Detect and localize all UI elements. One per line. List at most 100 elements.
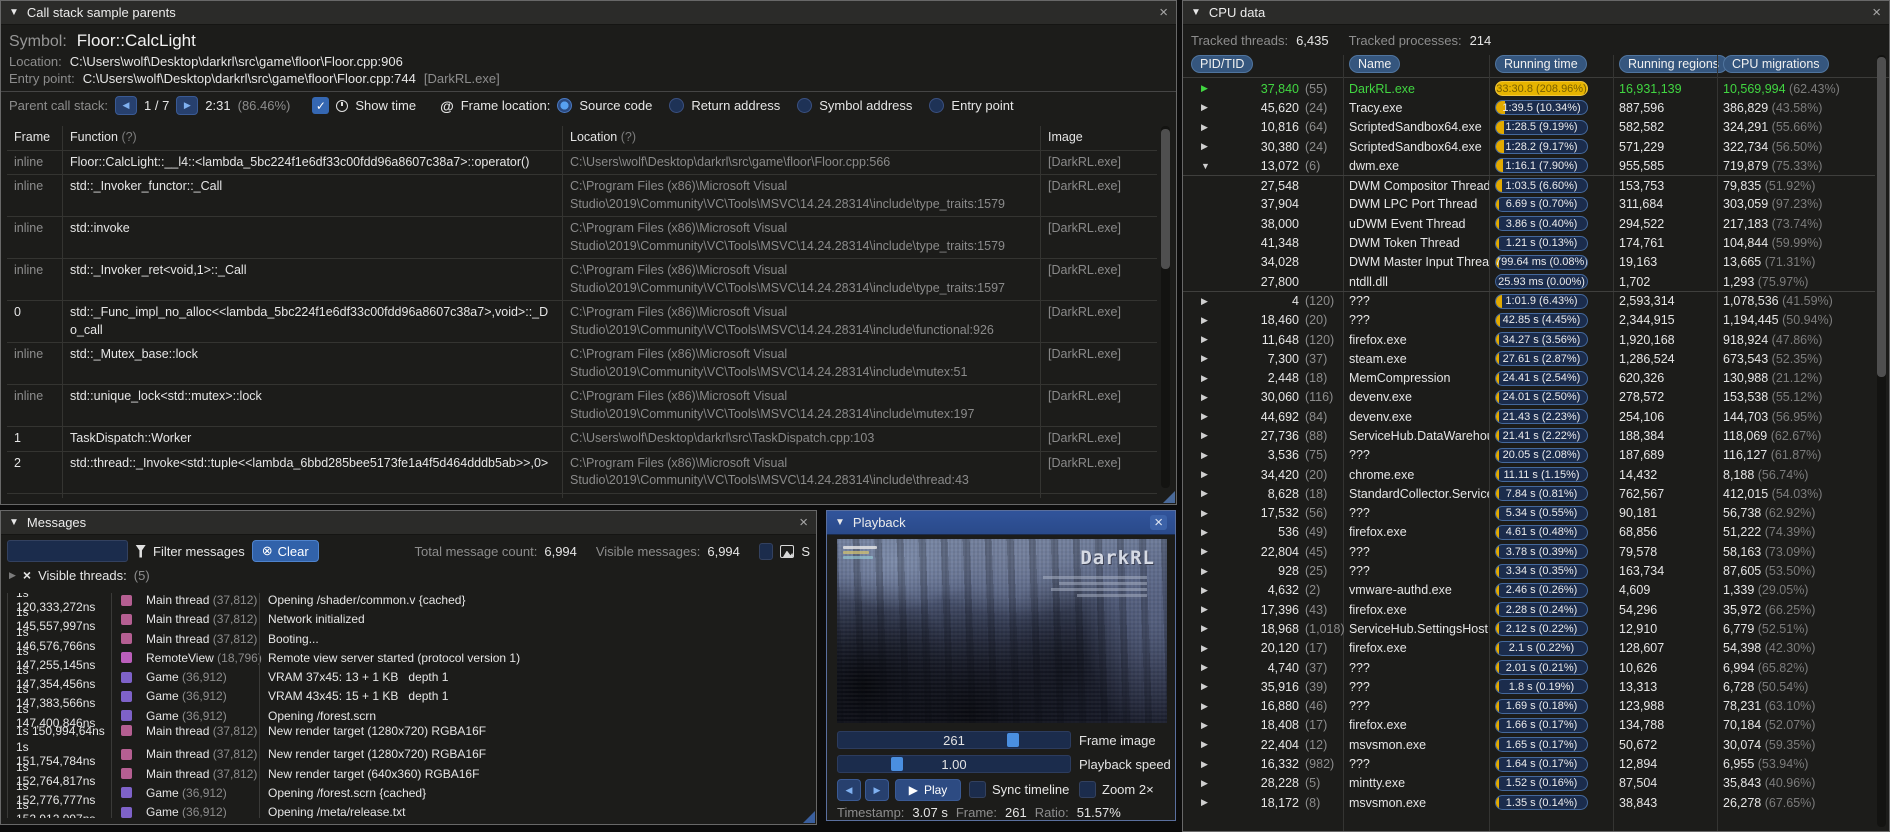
cpu-row[interactable]: ▶ 536 (49) firefox.exe 4.61 s (0.48%) 68,856 5… <box>1183 523 1875 542</box>
message-row[interactable]: 1s 152,912,997ns Game (36,912) Opening /me… <box>7 798 810 818</box>
cpu-row[interactable]: 38,000 uDWM Event Thread 3.86 s (0.40%) 294… <box>1183 214 1875 233</box>
cpu-row[interactable]: ▶ 16,332 (982)??? 1.64 s (0.17%) 12,894 6,955… <box>1183 754 1875 773</box>
expand-icon[interactable]: ▶ <box>1201 83 1215 94</box>
col-pid-tid[interactable]: PID/TID <box>1191 55 1254 73</box>
message-row[interactable]: 1s 147,354,456ns Game (36,912) VRAM 37x45:… <box>7 663 810 692</box>
col-function[interactable]: Function (?) <box>63 126 563 150</box>
cpu-scrollbar[interactable] <box>1877 55 1886 827</box>
zoom-checkbox[interactable] <box>1079 781 1096 798</box>
expand-icon[interactable]: ▶ <box>1201 508 1215 519</box>
expand-icon[interactable]: ▶ <box>9 570 16 581</box>
cpu-row[interactable]: ▶ 2,448 (18) MemCompression 24.41 s (2.54%) 6… <box>1183 368 1875 387</box>
col-running-time[interactable]: Running time <box>1495 55 1587 73</box>
expand-icon[interactable]: ▶ <box>1201 604 1215 615</box>
col-location[interactable]: Location (?) <box>563 126 1041 150</box>
collapse-icon[interactable]: ▼ <box>9 517 19 528</box>
message-row[interactable]: 1s 147,400,846ns Game (36,912) Opening /fo… <box>7 701 810 730</box>
clear-button[interactable]: ⊗ Clear <box>251 540 319 562</box>
cpu-row[interactable]: ▶ 45,620 (24) Tracy.exe 1:39.5 (10.34%) 887,5… <box>1183 98 1875 117</box>
cpu-row[interactable]: ▶ 8,628 (18) StandardCollector.Service.e 7.8… <box>1183 484 1875 503</box>
expand-icon[interactable]: ▶ <box>1201 701 1215 712</box>
frame-image-slider[interactable]: 261 <box>837 731 1071 749</box>
cpu-row[interactable]: ▶ 28,228 (5) mintty.exe 1.52 s (0.16%) 87,504… <box>1183 774 1875 793</box>
cpu-row[interactable]: ▶ 17,396 (43) firefox.exe 2.28 s (0.24%) 54,2… <box>1183 600 1875 619</box>
cpu-row[interactable]: ▶ 30,060 (116) devenv.exe 24.01 s (2.50%) 278… <box>1183 388 1875 407</box>
close-icon[interactable]: × <box>1872 5 1881 20</box>
show-time-checkbox[interactable]: ✓ <box>312 97 330 114</box>
resize-grip[interactable] <box>1163 491 1175 503</box>
cpu-row[interactable]: ▶ 22,404 (12) msvsmon.exe 1.65 s (0.17%) 50,6… <box>1183 735 1875 754</box>
entry-point-value[interactable]: C:\Users\wolf\Desktop\darkrl\src\game\fl… <box>83 71 416 86</box>
messages-list[interactable]: 1s 120,333,272ns Main thread (37,812) Open… <box>7 593 810 818</box>
collapse-icon[interactable]: ▼ <box>9 7 19 18</box>
play-button[interactable]: ▶ Play <box>895 779 961 801</box>
cpu-row[interactable]: ▶ 17,532 (56)??? 5.34 s (0.55%) 90,181 56,738… <box>1183 504 1875 523</box>
cpu-row[interactable]: ▶ 3,536 (75)??? 20.05 s (2.08%) 187,689 116,1… <box>1183 446 1875 465</box>
radio-entry-point[interactable] <box>929 98 945 113</box>
callstack-row[interactable]: 3beginthreadex[unknown][ucrtbase.dll] <box>7 492 1157 498</box>
radio-source-code[interactable] <box>557 98 573 113</box>
expand-icon[interactable]: ▶ <box>1201 373 1215 384</box>
cpu-row[interactable]: ▶ 27,736 (88) ServiceHub.DataWarehouse 21.41… <box>1183 426 1875 445</box>
cpu-row[interactable]: ▶ 18,172 (8) msvsmon.exe 1.35 s (0.14%) 38,84… <box>1183 793 1875 812</box>
message-row[interactable]: 1s 147,255,145ns RemoteView (18,796) Remot… <box>7 643 810 672</box>
message-row[interactable]: 1s 152,776,777ns Game (36,912) Opening /fo… <box>7 778 810 807</box>
expand-icon[interactable]: ▶ <box>1201 334 1215 345</box>
cpu-row[interactable]: ▶ 18,408 (17) firefox.exe 1.66 s (0.17%) 134,… <box>1183 716 1875 735</box>
callstack-row[interactable]: inline std::_Mutex_base::lock C:\Program F… <box>7 342 1157 384</box>
cpu-row[interactable]: ▶ 34,420 (20) chrome.exe 11.11 s (1.15%) 14,4… <box>1183 465 1875 484</box>
expand-icon[interactable]: ▶ <box>1201 681 1215 692</box>
prev-sample-button[interactable]: ◀ <box>115 96 137 115</box>
callstack-row[interactable]: inline std::_Invoker_ret<void,1>::_Call C:… <box>7 258 1157 300</box>
close-icon[interactable]: × <box>1150 515 1167 530</box>
message-row[interactable]: 1s 147,383,566ns Game (36,912) VRAM 43x45:… <box>7 682 810 711</box>
resize-grip[interactable] <box>803 811 815 823</box>
cpu-row[interactable]: ▶ 16,880 (46)??? 1.69 s (0.18%) 123,988 78,23… <box>1183 697 1875 716</box>
show-images-checkbox[interactable] <box>758 542 774 560</box>
col-name[interactable]: Name <box>1349 55 1401 73</box>
cpu-row[interactable]: ▶ 4,740 (37)??? 2.01 s (0.21%) 10,626 6,994 (… <box>1183 658 1875 677</box>
expand-icon[interactable]: ▶ <box>1201 469 1215 480</box>
expand-icon[interactable]: ▶ <box>1201 296 1215 307</box>
cpu-row[interactable]: 27,548 DWM Compositor Thread 1:03.5 (6.60%… <box>1183 175 1875 194</box>
cpu-row[interactable]: ▶ 928 (25)??? 3.34 s (0.35%) 163,734 87,605 (… <box>1183 561 1875 580</box>
cpu-row[interactable]: 37,904 DWM LPC Port Thread 6.69 s (0.70%) 3… <box>1183 195 1875 214</box>
callstack-scrollbar[interactable] <box>1161 126 1170 488</box>
cpu-row[interactable]: ▶ 11,648 (120) firefox.exe 34.27 s (3.56%) 1,… <box>1183 330 1875 349</box>
close-icon[interactable]: × <box>799 515 808 530</box>
cpu-row[interactable]: ▶ 10,816 (64) ScriptedSandbox64.exe 1:28.5 (… <box>1183 118 1875 137</box>
expand-icon[interactable]: ▶ <box>1201 720 1215 731</box>
col-running-regions[interactable]: Running regions <box>1619 55 1729 73</box>
expand-icon[interactable]: ▶ <box>1201 797 1215 808</box>
collapse-icon[interactable]: ▼ <box>1191 7 1201 18</box>
expand-icon[interactable]: ▶ <box>1201 122 1215 133</box>
expand-icon[interactable]: ▶ <box>1201 315 1215 326</box>
sync-timeline-checkbox[interactable] <box>969 781 986 798</box>
expand-icon[interactable]: ▶ <box>1201 411 1215 422</box>
cpu-row[interactable]: ▶ 18,460 (20)??? 42.85 s (4.45%) 2,344,915 1,… <box>1183 311 1875 330</box>
expand-icon[interactable]: ▶ <box>1201 739 1215 750</box>
expand-icon[interactable]: ▶ <box>1201 430 1215 441</box>
cpu-row[interactable]: ▶ 30,380 (24) ScriptedSandbox64.exe 1:28.2 (… <box>1183 137 1875 156</box>
callstack-row[interactable]: inline std::invoke C:\Program Files (x86)\… <box>7 216 1157 258</box>
message-row[interactable]: 1s 151,754,784ns Main thread (37,812) New … <box>7 740 810 769</box>
callstack-row[interactable]: inline Floor::CalcLight::__l4::<lambda_5b… <box>7 149 1157 174</box>
next-frame-button[interactable]: ▶ <box>865 779 889 801</box>
expand-icon[interactable]: ▶ <box>1201 566 1215 577</box>
expand-icon[interactable]: ▶ <box>1201 623 1215 634</box>
callstack-row[interactable]: inline std::_Invoker_functor::_Call C:\Pro… <box>7 174 1157 216</box>
cpu-row[interactable]: ▶ 35,916 (39)??? 1.8 s (0.19%) 13,313 6,728 (… <box>1183 677 1875 696</box>
callstack-row[interactable]: 1 TaskDispatch::Worker C:\Users\wolf\Deskt… <box>7 426 1157 451</box>
cpu-row[interactable]: 34,028 DWM Master Input Thread 799.64 ms (… <box>1183 253 1875 272</box>
expand-icon[interactable]: ▶ <box>1201 450 1215 461</box>
cpu-row[interactable]: ▶ 20,120 (17) firefox.exe 2.1 s (0.22%) 128,6… <box>1183 639 1875 658</box>
expand-icon[interactable]: ▶ <box>1201 546 1215 557</box>
playback-speed-slider[interactable]: 1.00 <box>837 755 1071 773</box>
cpu-row[interactable]: ▼ 13,072 (6) dwm.exe 1:16.1 (7.90%) 955,585 71… <box>1183 156 1875 175</box>
cpu-row[interactable]: ▶ 22,804 (45)??? 3.78 s (0.39%) 79,578 58,163… <box>1183 542 1875 561</box>
collapse-icon[interactable]: ▼ <box>835 517 845 528</box>
message-row[interactable]: 1s 145,557,997ns Main thread (37,812) Netw… <box>7 605 810 634</box>
callstack-row[interactable]: inline std::unique_lock<std::mutex>::lock… <box>7 384 1157 426</box>
radio-symbol-address[interactable] <box>797 98 813 113</box>
expand-icon[interactable]: ▶ <box>1201 102 1215 113</box>
